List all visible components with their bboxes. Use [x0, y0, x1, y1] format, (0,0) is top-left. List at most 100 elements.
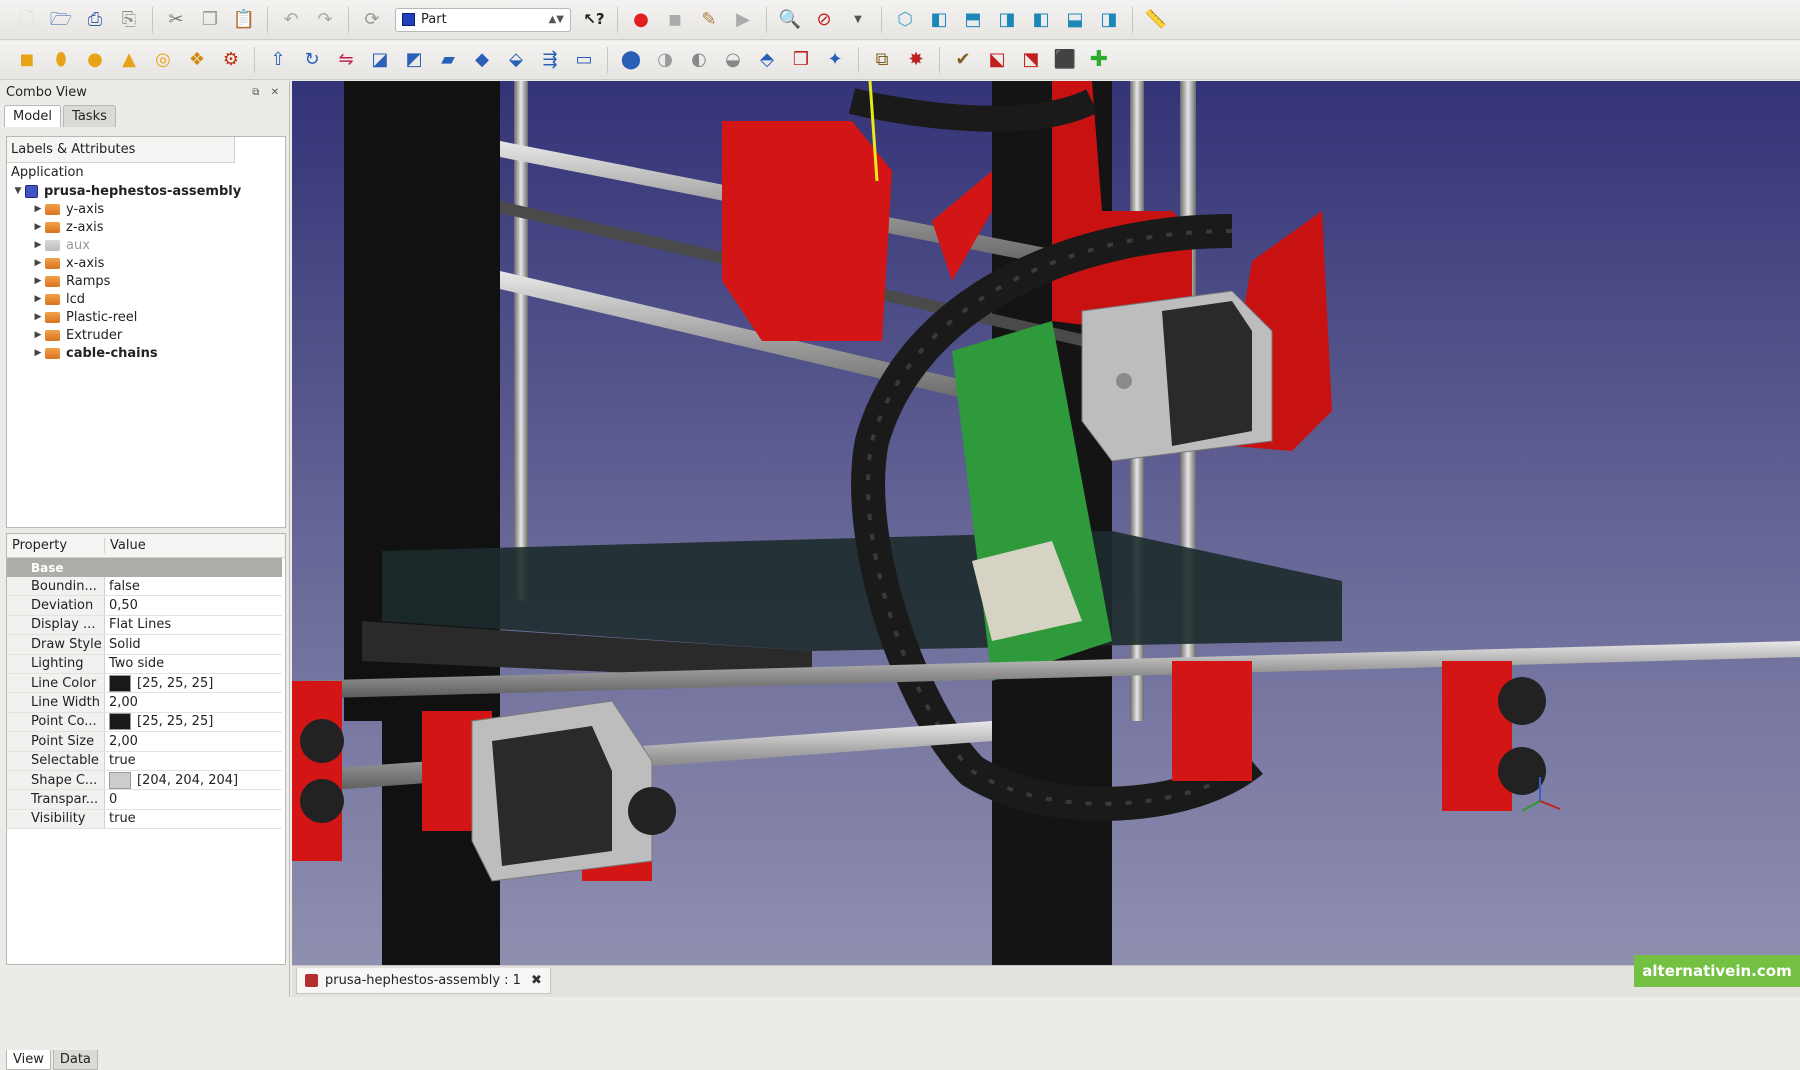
dropdown-icon[interactable]: ▼	[845, 7, 871, 33]
check-geometry-icon[interactable]: ✔	[950, 47, 976, 73]
property-value-cell[interactable]: Two side	[105, 656, 164, 671]
open-icon[interactable]: 🗁	[48, 7, 74, 33]
chamfer-icon[interactable]: ◩	[401, 47, 427, 73]
execute-macro-icon[interactable]: ▶	[730, 7, 756, 33]
cylinder-icon[interactable]: ⬮	[48, 47, 74, 73]
edit-macro-icon[interactable]: ✎	[696, 7, 722, 33]
box-icon[interactable]: ◼	[14, 47, 40, 73]
property-row[interactable]: Shape C... [204, 204, 204]	[7, 770, 282, 791]
draw-style-icon[interactable]: ⊘	[811, 7, 837, 33]
color-swatch[interactable]	[109, 771, 131, 789]
isometric-view-icon[interactable]: ⬡	[892, 7, 918, 33]
ruled-surface-icon[interactable]: ◆	[469, 47, 495, 73]
mirror-icon[interactable]: ⇋	[333, 47, 359, 73]
expand-arrow-icon[interactable]: ▶	[31, 348, 45, 358]
paste-icon[interactable]: 📋	[231, 7, 257, 33]
workbench-selector[interactable]: Part ▲▼	[395, 7, 571, 32]
property-value-cell[interactable]: 0,50	[105, 598, 138, 613]
record-macro-icon[interactable]: ●	[628, 7, 654, 33]
property-row[interactable]: Selectable true	[7, 751, 282, 771]
tree-item-y-axis[interactable]: ▶ y-axis	[7, 200, 285, 218]
right-view-icon[interactable]: ◨	[994, 7, 1020, 33]
loft-icon[interactable]: ⬙	[503, 47, 529, 73]
color-swatch[interactable]	[109, 674, 131, 692]
cone-icon[interactable]: ▲	[116, 47, 142, 73]
close-icon[interactable]: ✖	[531, 973, 542, 988]
property-row[interactable]: Point Size 2,00	[7, 732, 282, 752]
property-value-cell[interactable]: [204, 204, 204]	[105, 771, 238, 789]
property-value-cell[interactable]: Flat Lines	[105, 617, 171, 632]
sweep-icon[interactable]: ⇶	[537, 47, 563, 73]
cut-op-icon[interactable]: ◑	[652, 47, 678, 73]
value-column-header[interactable]: Value	[105, 538, 146, 553]
save-as-icon[interactable]: ⎘	[116, 7, 142, 33]
defeaturing-icon[interactable]: ⬕	[984, 47, 1010, 73]
fit-all-icon[interactable]: 🔍	[777, 7, 803, 33]
top-view-icon[interactable]: ⬒	[960, 7, 986, 33]
tree-item-plastic-reel[interactable]: ▶ Plastic-reel	[7, 308, 285, 326]
property-row[interactable]: Line Width 2,00	[7, 693, 282, 713]
color-swatch[interactable]	[109, 713, 131, 731]
attach-icon[interactable]: ⬔	[1018, 47, 1044, 73]
tab-view[interactable]: View	[6, 1050, 51, 1070]
tree-item-aux[interactable]: ▶ aux	[7, 236, 285, 254]
tab-data[interactable]: Data	[52, 1050, 98, 1070]
printer-model-render[interactable]	[292, 81, 1800, 965]
split-icon[interactable]: ✦	[822, 47, 848, 73]
refresh-icon[interactable]: ⟳	[359, 7, 385, 33]
new-icon[interactable]: 🗋	[14, 7, 40, 33]
tree-header[interactable]: Labels & Attributes	[7, 137, 235, 163]
property-value-cell[interactable]: true	[105, 811, 136, 826]
tree-item-ramps[interactable]: ▶ Ramps	[7, 272, 285, 290]
redo-icon[interactable]: ↷	[312, 7, 338, 33]
expand-arrow-icon[interactable]: ▶	[31, 222, 45, 232]
tab-model[interactable]: Model	[4, 105, 62, 127]
save-icon[interactable]: ⎙	[82, 7, 108, 33]
union-icon[interactable]: ⬤	[618, 47, 644, 73]
undo-icon[interactable]: ↶	[278, 7, 304, 33]
tree-item-z-axis[interactable]: ▶ z-axis	[7, 218, 285, 236]
tab-tasks[interactable]: Tasks	[63, 105, 116, 127]
expand-arrow-icon[interactable]: ▶	[31, 204, 45, 214]
tree-item-cable-chains[interactable]: ▶ cable-chains	[7, 344, 285, 362]
property-row[interactable]: Point Co... [25, 25, 25]	[7, 712, 282, 733]
property-row[interactable]: Transpar... 0	[7, 790, 282, 810]
boolean-icon[interactable]: ❒	[788, 47, 814, 73]
property-row[interactable]: Line Color [25, 25, 25]	[7, 673, 282, 694]
3d-viewport[interactable]	[292, 81, 1800, 965]
sphere-icon[interactable]: ●	[82, 47, 108, 73]
cross-section-icon[interactable]: ⬘	[754, 47, 780, 73]
expand-arrow-icon[interactable]: ▶	[31, 276, 45, 286]
compound-icon[interactable]: ⧉	[869, 47, 895, 73]
rear-view-icon[interactable]: ◧	[1028, 7, 1054, 33]
explode-icon[interactable]: ✸	[903, 47, 929, 73]
measure-part-icon[interactable]: ⬛	[1052, 47, 1078, 73]
property-row[interactable]: Draw Style Solid	[7, 635, 282, 655]
section-icon[interactable]: ◒	[720, 47, 746, 73]
expand-arrow-icon[interactable]: ▶	[31, 240, 45, 250]
property-value-cell[interactable]: 2,00	[105, 695, 138, 710]
property-row[interactable]: Deviation 0,50	[7, 596, 282, 616]
stop-macro-icon[interactable]: ■	[662, 7, 688, 33]
property-value-cell[interactable]: Solid	[105, 637, 141, 652]
tree-item-x-axis[interactable]: ▶ x-axis	[7, 254, 285, 272]
property-row[interactable]: Lighting Two side	[7, 654, 282, 674]
panel-controls[interactable]: ⧉ ✕	[252, 87, 283, 98]
front-view-icon[interactable]: ◧	[926, 7, 952, 33]
intersect-icon[interactable]: ◐	[686, 47, 712, 73]
extrude-icon[interactable]: ⇧	[265, 47, 291, 73]
property-value-cell[interactable]: 2,00	[105, 734, 138, 749]
property-column-header[interactable]: Property	[7, 538, 105, 553]
property-row[interactable]: Boundin... false	[7, 577, 282, 597]
property-value-cell[interactable]: false	[105, 579, 140, 594]
bottom-view-icon[interactable]: ⬓	[1062, 7, 1088, 33]
expand-arrow-icon[interactable]: ▶	[31, 330, 45, 340]
property-value-cell[interactable]: [25, 25, 25]	[105, 713, 213, 731]
measure-icon[interactable]: 📏	[1143, 7, 1169, 33]
expand-arrow-icon[interactable]: ▼	[11, 186, 25, 196]
revolve-icon[interactable]: ↻	[299, 47, 325, 73]
property-row[interactable]: Display ... Flat Lines	[7, 615, 282, 636]
property-value-cell[interactable]: 0	[105, 792, 117, 807]
property-row[interactable]: Visibility true	[7, 809, 282, 830]
expand-arrow-icon[interactable]: ▶	[31, 294, 45, 304]
